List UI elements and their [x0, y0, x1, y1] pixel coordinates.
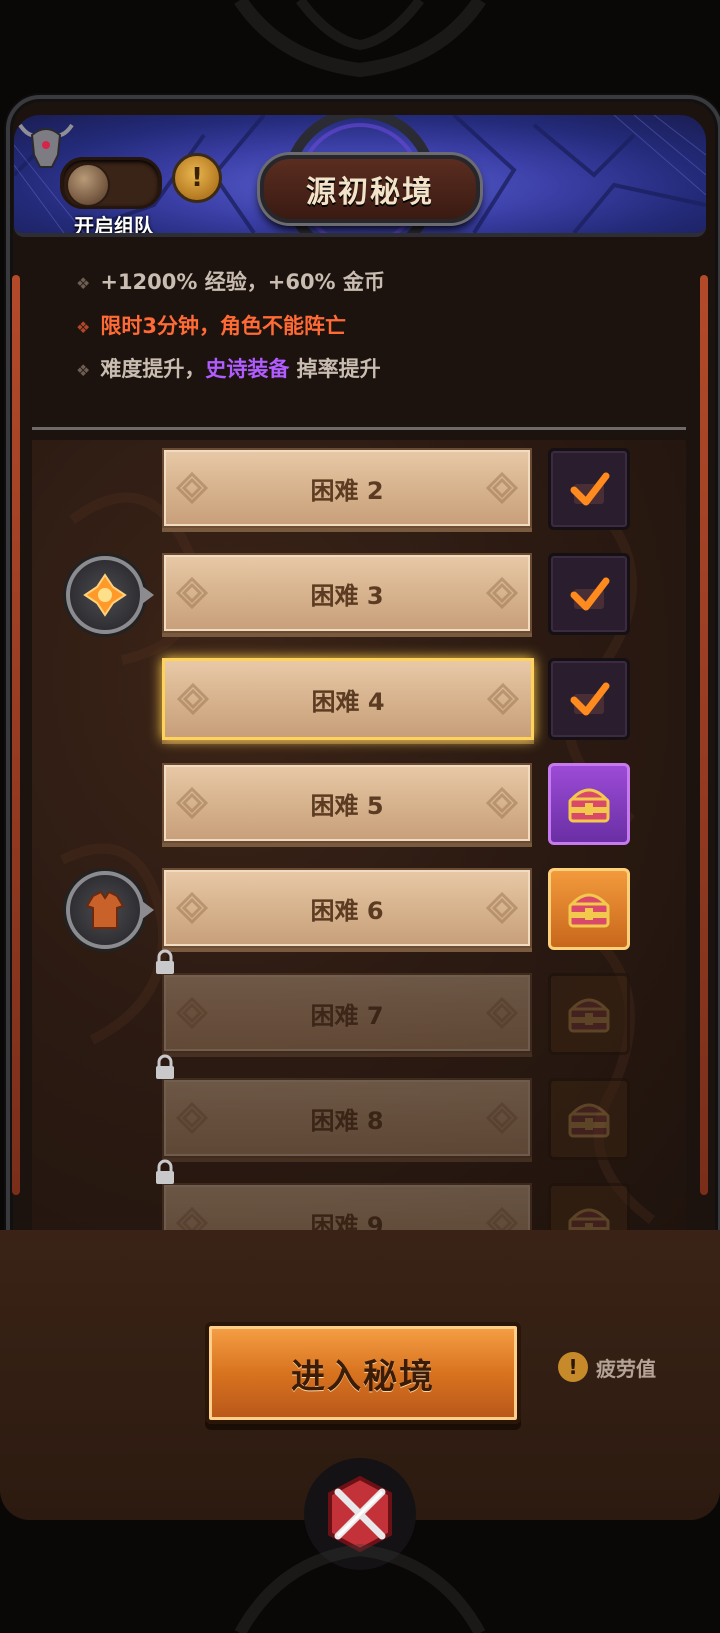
fatigue-label: 疲劳值 — [596, 1356, 656, 1381]
knot-pattern — [175, 786, 209, 820]
knot-pattern — [486, 682, 520, 716]
epic-chest-icon — [568, 788, 610, 823]
orange-gem-icon — [83, 573, 127, 617]
difficulty-row[interactable]: 困难 9 — [162, 1183, 532, 1230]
knot-pattern — [175, 996, 209, 1030]
knot-pattern — [485, 576, 519, 610]
difficulty-label: 困难 4 — [311, 687, 385, 716]
knot-pattern — [175, 576, 209, 610]
knot-pattern — [485, 1206, 519, 1230]
reward-slot[interactable] — [548, 973, 630, 1055]
fatigue-info-icon: ! — [558, 1352, 588, 1382]
difficulty-label: 困难 8 — [310, 1106, 384, 1135]
check-icon — [570, 682, 610, 716]
lock-icon — [154, 1159, 176, 1185]
armor-icon — [85, 890, 125, 929]
bottom-ornament — [234, 1543, 486, 1633]
difficulty-row[interactable]: 困难 4 — [162, 658, 534, 740]
fatigue-info[interactable]: ! 疲劳值 — [558, 1352, 656, 1382]
difficulty-row[interactable]: 困难 7 — [162, 973, 532, 1053]
lock-icon — [154, 1054, 176, 1080]
chest-icon — [568, 1103, 610, 1138]
legendary-chest-icon — [568, 893, 610, 928]
difficulty-label: 困难 9 — [310, 1211, 384, 1231]
enter-dungeon-label: 进入秘境 — [291, 1356, 435, 1397]
difficulty-row[interactable]: 困难 5 — [162, 763, 532, 843]
difficulty-label: 困难 5 — [310, 791, 384, 820]
chest-icon — [568, 1208, 610, 1230]
check-icon — [570, 472, 610, 506]
reward-slot[interactable] — [548, 553, 630, 635]
reward-slot[interactable] — [548, 1183, 630, 1230]
knot-pattern — [485, 891, 519, 925]
milestone-badge[interactable] — [66, 871, 154, 949]
difficulty-row[interactable]: 困难 6 — [162, 868, 532, 948]
milestone-badge[interactable] — [66, 556, 154, 634]
knot-pattern — [485, 996, 519, 1030]
lock-icon — [154, 949, 176, 975]
difficulty-row[interactable]: 困难 8 — [162, 1078, 532, 1158]
reward-slot[interactable] — [548, 763, 630, 845]
reward-slot[interactable] — [548, 868, 630, 950]
difficulty-row[interactable]: 困难 3 — [162, 553, 532, 633]
knot-pattern — [175, 891, 209, 925]
knot-pattern — [485, 786, 519, 820]
difficulty-label: 困难 7 — [310, 1001, 384, 1030]
knot-pattern — [175, 1101, 209, 1135]
reward-slot[interactable] — [548, 1078, 630, 1160]
difficulty-row[interactable]: 困难 2 — [162, 448, 532, 528]
difficulty-label: 困难 6 — [310, 896, 384, 925]
knot-pattern — [175, 471, 209, 505]
reward-slot[interactable] — [548, 448, 630, 530]
reward-slot[interactable] — [548, 658, 630, 740]
enter-dungeon-button[interactable]: 进入秘境 — [205, 1322, 521, 1424]
knot-pattern — [485, 1101, 519, 1135]
knot-pattern — [175, 1206, 209, 1230]
knot-pattern — [176, 682, 210, 716]
check-icon — [570, 577, 610, 611]
difficulty-label: 困难 3 — [310, 581, 384, 610]
knot-pattern — [485, 471, 519, 505]
difficulty-label: 困难 2 — [310, 476, 384, 505]
chest-icon — [568, 998, 610, 1033]
